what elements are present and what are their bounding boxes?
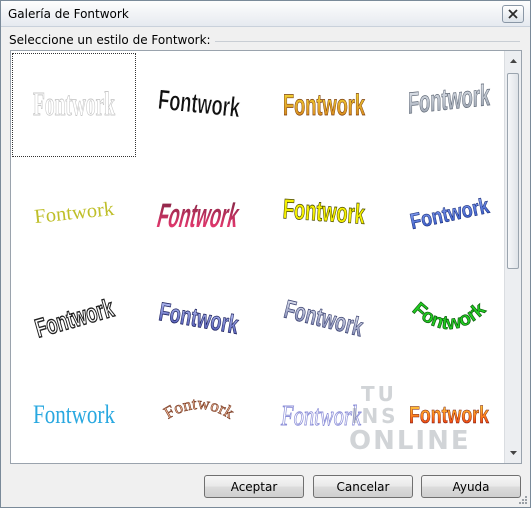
resize-grip-icon[interactable] xyxy=(518,495,528,505)
fontwork-label: Fontwork xyxy=(33,198,115,228)
close-button[interactable] xyxy=(502,5,524,23)
fontwork-style-2[interactable]: Fontwork xyxy=(137,53,261,157)
fontwork-style-4[interactable]: Fontwork xyxy=(387,53,511,157)
scroll-down-button[interactable] xyxy=(505,445,521,461)
help-button[interactable]: Ayuda xyxy=(421,475,521,498)
fontwork-label: Fontwork xyxy=(282,193,366,230)
fontwork-style-8[interactable]: Fontwork xyxy=(387,159,511,263)
fontwork-label: Fontwork xyxy=(283,89,365,122)
scroll-thumb[interactable] xyxy=(507,73,519,269)
fontwork-style-10[interactable]: Fontwork xyxy=(137,265,261,369)
fontwork-style-13[interactable]: Fontwork xyxy=(12,361,136,463)
fontwork-label: Fontwork xyxy=(408,79,490,121)
fontwork-style-7[interactable]: Fontwork xyxy=(262,159,386,263)
fontwork-label: Fontwork xyxy=(281,294,366,343)
cancel-button[interactable]: Cancelar xyxy=(313,475,413,498)
style-prompt-label: Seleccione un estilo de Fontwork: xyxy=(9,33,215,47)
window-title: Galería de Fontwork xyxy=(8,7,129,21)
fontwork-label: Fontwork xyxy=(408,298,491,335)
fontwork-label: Fontwork xyxy=(33,86,115,123)
vertical-scrollbar[interactable] xyxy=(504,51,521,463)
fontwork-gallery: Fontwork Fontwork Fontwork Fontwork Font… xyxy=(10,50,522,464)
fontwork-label: Fontwork xyxy=(160,393,238,423)
scroll-up-button[interactable] xyxy=(505,53,521,69)
fontwork-label: Fontwork xyxy=(32,292,118,343)
fontwork-style-6[interactable]: Fontwork xyxy=(137,159,261,263)
fontwork-gallery-dialog: Galería de Fontwork Seleccione un estilo… xyxy=(0,0,531,508)
separator xyxy=(189,41,520,42)
fontwork-label: Fontwork xyxy=(33,400,115,429)
title-bar: Galería de Fontwork xyxy=(1,1,530,27)
fontwork-style-16[interactable]: Fontwork xyxy=(387,361,511,463)
fontwork-label: Fontwork xyxy=(154,197,244,234)
fontwork-label: Fontwork xyxy=(157,296,241,339)
fontwork-style-15[interactable]: Fontwork xyxy=(262,361,386,463)
fontwork-style-14[interactable]: Fontwork xyxy=(137,361,261,463)
fontwork-label: Fontwork xyxy=(280,401,361,432)
fontwork-style-12[interactable]: Fontwork xyxy=(387,265,511,369)
ok-button[interactable]: Aceptar xyxy=(204,475,304,498)
arrow-up-icon xyxy=(509,59,517,63)
fontwork-label: Fontwork xyxy=(409,402,489,429)
svg-text:Fontwork: Fontwork xyxy=(161,394,238,423)
fontwork-label: Fontwork xyxy=(408,193,492,234)
fontwork-style-3[interactable]: Fontwork xyxy=(262,53,386,157)
fontwork-style-1[interactable]: Fontwork xyxy=(12,53,136,157)
fontwork-style-11[interactable]: Fontwork xyxy=(262,265,386,369)
close-icon xyxy=(508,9,518,19)
svg-text:Fontwork: Fontwork xyxy=(408,299,490,335)
fontwork-label: Fontwork xyxy=(157,84,242,123)
fontwork-style-5[interactable]: Fontwork xyxy=(12,159,136,263)
fontwork-style-9[interactable]: Fontwork xyxy=(12,265,136,369)
arrow-down-icon xyxy=(509,451,517,455)
